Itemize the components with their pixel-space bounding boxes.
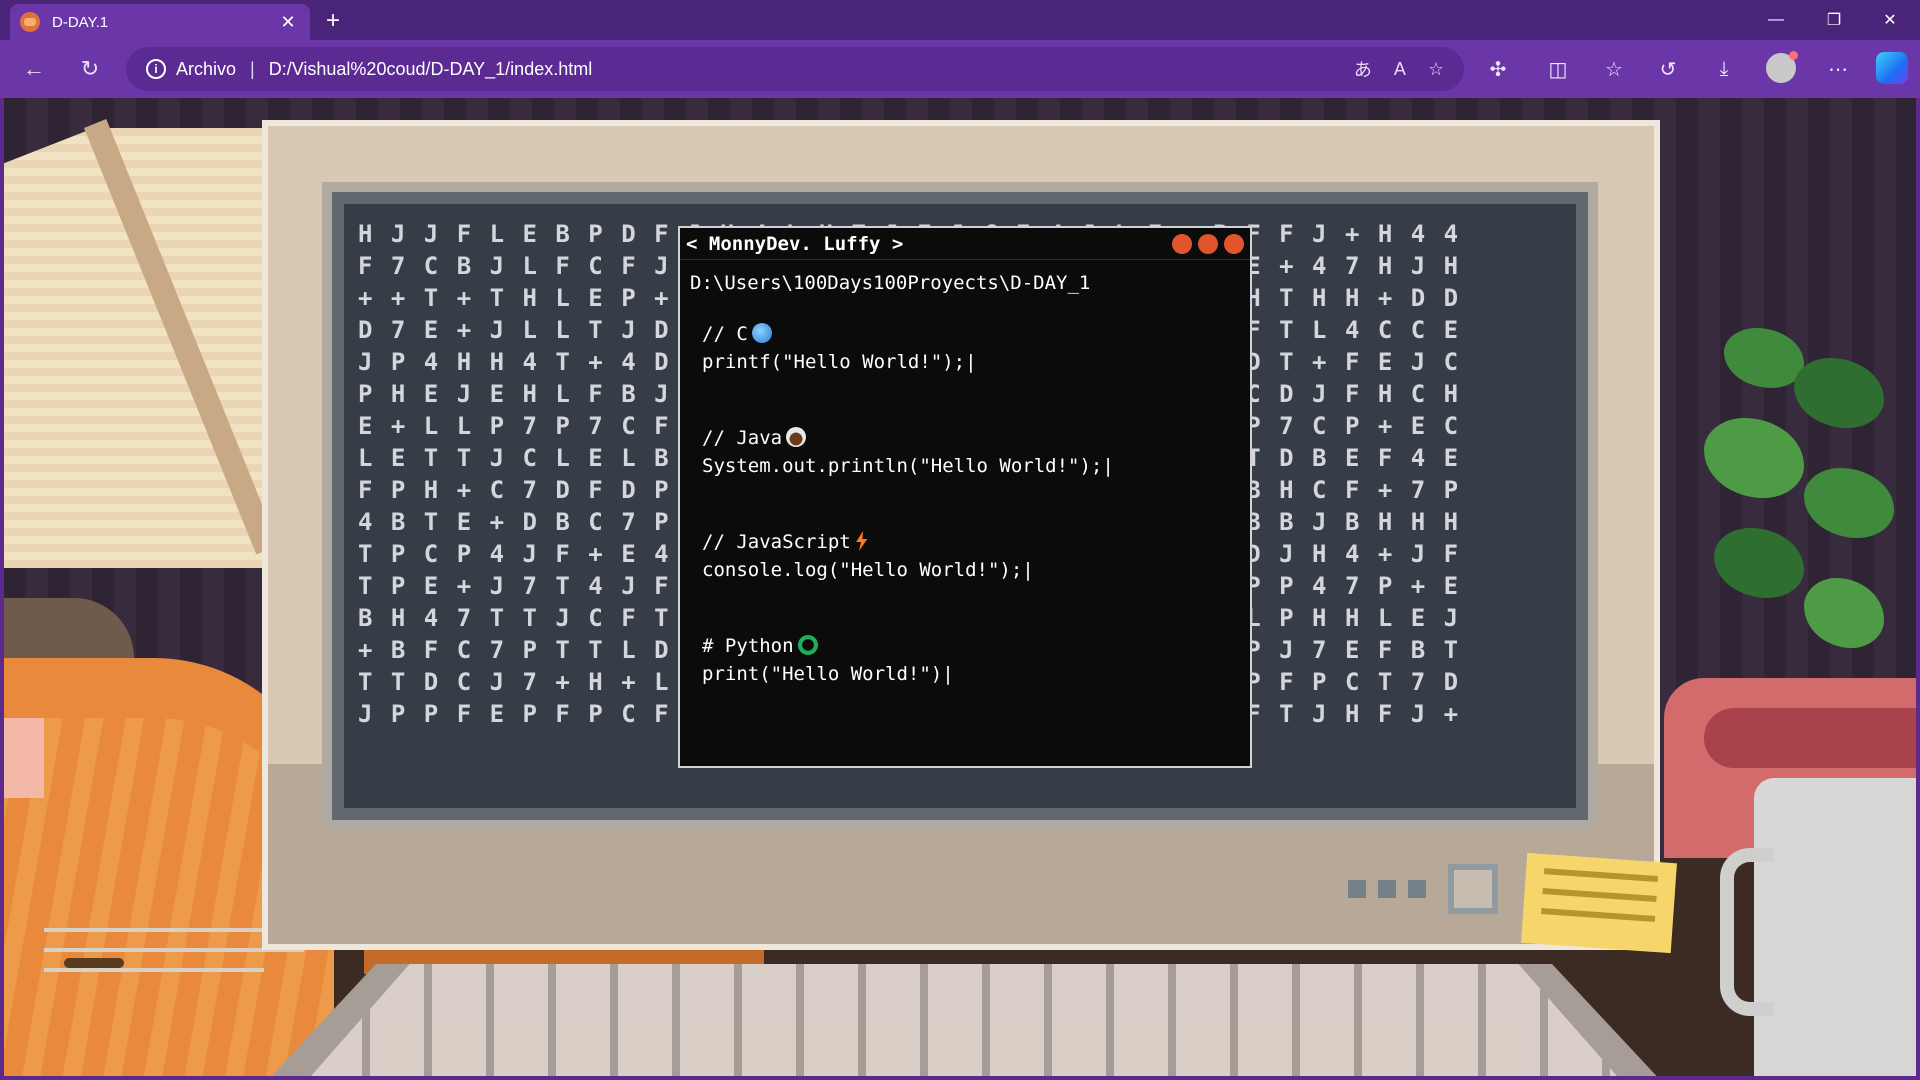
code-block-java: // Java System.out.println("Hello World!… bbox=[690, 424, 1240, 480]
code-line: console.log("Hello World!");| bbox=[702, 559, 1034, 581]
close-window-button[interactable]: ✕ bbox=[1862, 0, 1918, 40]
tab-title: D-DAY.1 bbox=[52, 13, 109, 31]
url-text[interactable]: D:/Vishual%20coud/D-DAY_1/index.html bbox=[269, 59, 593, 80]
read-aloud-icon[interactable]: A bbox=[1394, 59, 1406, 80]
keyboard-keys-illustration bbox=[304, 964, 1624, 1076]
site-info-label[interactable]: Archivo bbox=[176, 59, 236, 80]
python-icon bbox=[797, 635, 818, 655]
translate-icon[interactable]: あ bbox=[1354, 56, 1372, 82]
terminal-titlebar[interactable]: < MonnyDev. Luffy > bbox=[680, 228, 1250, 260]
coffee-icon bbox=[786, 427, 807, 447]
cat-ear-illustration bbox=[4, 718, 44, 798]
terminal-window: < MonnyDev. Luffy > D:\Users\100Days100P… bbox=[678, 226, 1252, 768]
tab-strip: D-DAY.1 ✕ + — ❐ ✕ bbox=[0, 0, 1920, 40]
minimize-button[interactable]: — bbox=[1748, 0, 1804, 40]
favorite-star-icon[interactable]: ☆ bbox=[1428, 59, 1444, 80]
code-line: System.out.println("Hello World!");| bbox=[702, 455, 1114, 477]
extensions-icon[interactable]: ✣ bbox=[1480, 51, 1516, 87]
active-tab[interactable]: D-DAY.1 ✕ bbox=[10, 4, 310, 40]
downloads-icon[interactable]: ⤓ bbox=[1706, 51, 1742, 87]
terminal-maximize-dot[interactable] bbox=[1198, 233, 1218, 254]
terminal-body: D:\Users\100Days100Proyects\D-DAY_1 // C… bbox=[680, 260, 1250, 700]
plant-illustration bbox=[1684, 298, 1904, 718]
terminal-path: D:\Users\100Days100Proyects\D-DAY_1 bbox=[690, 272, 1091, 294]
restore-button[interactable]: ❐ bbox=[1806, 0, 1862, 40]
terminal-title: < MonnyDev. Luffy > bbox=[686, 232, 904, 255]
mug-illustration bbox=[1720, 778, 1916, 1076]
back-arrow-icon[interactable]: ← bbox=[14, 49, 54, 89]
profile-avatar[interactable] bbox=[1766, 51, 1798, 83]
cat-eye-illustration bbox=[64, 958, 124, 968]
sticky-note-illustration bbox=[1521, 852, 1677, 954]
info-icon[interactable]: i bbox=[146, 59, 166, 79]
code-comment: # Python bbox=[702, 635, 794, 657]
code-line: print("Hello World!")| bbox=[702, 663, 954, 685]
favicon-icon bbox=[20, 12, 40, 32]
page-viewport: H J J F L E B P D F J H 4 L H T J E J C … bbox=[4, 98, 1916, 1076]
favorites-icon[interactable]: ☆ bbox=[1596, 51, 1632, 87]
cat-whisker bbox=[44, 968, 264, 972]
code-comment: // JavaScript bbox=[702, 531, 851, 553]
monitor-power-button bbox=[1448, 864, 1498, 914]
terminal-close-dot[interactable] bbox=[1224, 233, 1244, 254]
monitor-indicator-lights bbox=[1348, 880, 1426, 898]
tab-close-icon[interactable]: ✕ bbox=[276, 10, 300, 34]
code-comment: // Java bbox=[702, 427, 783, 449]
code-comment: // C bbox=[702, 323, 748, 345]
code-block-javascript: // JavaScript console.log("Hello World!"… bbox=[690, 528, 1240, 584]
history-icon[interactable]: ↺ bbox=[1650, 51, 1686, 87]
new-tab-button[interactable]: + bbox=[318, 6, 348, 36]
code-block-python: # Python print("Hello World!")| bbox=[690, 632, 1240, 688]
browser-toolbar: ← ↻ i Archivo | D:/Vishual%20coud/D-DAY_… bbox=[0, 40, 1920, 98]
lightning-icon bbox=[856, 531, 868, 551]
more-options-icon[interactable]: ⋯ bbox=[1820, 51, 1856, 87]
refresh-icon[interactable]: ↻ bbox=[70, 49, 110, 89]
copilot-icon[interactable] bbox=[1876, 52, 1908, 84]
terminal-minimize-dot[interactable] bbox=[1172, 233, 1192, 254]
code-line: printf("Hello World!");| bbox=[702, 351, 977, 373]
code-block-c: // C printf("Hello World!");| bbox=[690, 320, 1240, 376]
globe-icon bbox=[751, 323, 772, 343]
address-separator: | bbox=[250, 58, 255, 79]
split-screen-icon[interactable]: ◫ bbox=[1540, 51, 1576, 87]
address-bar[interactable]: i Archivo | D:/Vishual%20coud/D-DAY_1/in… bbox=[126, 47, 1464, 91]
